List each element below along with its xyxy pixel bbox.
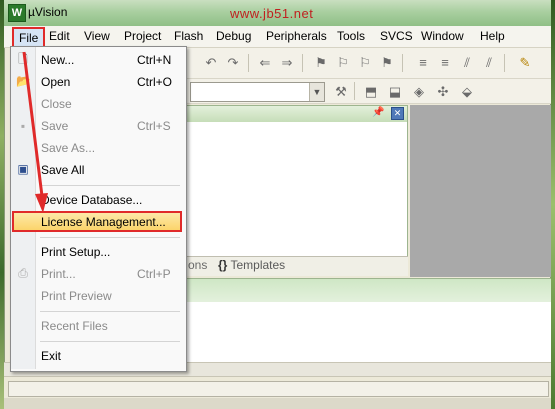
menu-view[interactable]: View: [84, 29, 110, 43]
bookmark-clear-icon[interactable]: ⚑: [380, 56, 394, 70]
build-icon[interactable]: ⬒: [364, 85, 378, 99]
menu-debug[interactable]: Debug: [216, 29, 251, 43]
unindent-icon[interactable]: ≡: [438, 56, 452, 70]
new-file-icon: 🗋: [18, 52, 28, 66]
menu-svcs[interactable]: SVCS: [380, 29, 413, 43]
comment-icon[interactable]: ⫽: [460, 56, 474, 70]
menu-separator: [40, 237, 180, 238]
bookmark-icon[interactable]: ⚑: [314, 56, 328, 70]
chevron-down-icon[interactable]: ▼: [309, 83, 324, 101]
shortcut-open: Ctrl+O: [137, 75, 173, 89]
templates-icon: {}: [218, 258, 228, 272]
uncomment-icon[interactable]: ⫽: [482, 56, 496, 70]
rebuild-icon[interactable]: ⬓: [388, 85, 402, 99]
menu-item-print-setup[interactable]: Print Setup...: [41, 245, 110, 259]
target-select[interactable]: ▼: [190, 82, 325, 102]
toolbar-separator: [302, 54, 303, 72]
watermark-text: www.jb51.net: [230, 6, 314, 21]
pin-icon[interactable]: 📌: [372, 107, 384, 118]
open-folder-icon: 📂: [16, 74, 31, 88]
indent-icon[interactable]: ≡: [416, 56, 430, 70]
save-all-icon: ▣: [17, 162, 29, 176]
options-icon[interactable]: ⬙: [460, 85, 474, 99]
shortcut-print: Ctrl+P: [137, 267, 171, 281]
menu-help[interactable]: Help: [480, 29, 505, 43]
app-logo-icon: W: [8, 4, 26, 22]
save-icon: ▪: [20, 119, 26, 133]
menu-separator: [40, 311, 180, 312]
tab-templates-label: Templates: [230, 258, 286, 272]
menu-icon-column: [11, 47, 36, 369]
menu-item-print[interactable]: Print...: [41, 267, 76, 281]
menu-item-close[interactable]: Close: [41, 97, 72, 111]
toolbar-top: ↶ ↷ ⇐ ⇒ ⚑ ⚐ ⚐ ⚑ ≡ ≡ ⫽ ⫽ ✎: [186, 48, 551, 79]
translate-icon[interactable]: ✣: [436, 85, 450, 99]
toolbar-separator: [504, 54, 505, 72]
window-title: µVision: [28, 5, 68, 19]
close-icon[interactable]: ✕: [391, 107, 404, 120]
nav-back-icon[interactable]: ⇐: [258, 56, 272, 70]
menu-separator: [40, 341, 180, 342]
shortcut-save: Ctrl+S: [137, 119, 171, 133]
window-bottom-edge: [4, 398, 551, 409]
nav-forward-icon[interactable]: ⇒: [280, 56, 294, 70]
menu-item-save-all[interactable]: Save All: [41, 163, 84, 177]
tab-functions[interactable]: ons: [188, 258, 207, 272]
menu-tools[interactable]: Tools: [337, 29, 365, 43]
menu-item-save[interactable]: Save: [41, 119, 68, 133]
output-panel-header: [186, 278, 551, 303]
menu-item-exit[interactable]: Exit: [41, 349, 61, 363]
status-bar-field: [8, 381, 549, 397]
bookmark-next-icon[interactable]: ⚐: [358, 56, 372, 70]
desktop-background-right: [551, 0, 555, 409]
project-panel-body: [186, 122, 408, 256]
menu-flash[interactable]: Flash: [174, 29, 203, 43]
menu-edit[interactable]: Edit: [49, 29, 70, 43]
output-panel-body: [186, 302, 551, 362]
menu-separator: [40, 185, 180, 186]
menu-item-open[interactable]: Open: [41, 75, 70, 89]
bookmark-prev-icon[interactable]: ⚐: [336, 56, 350, 70]
shortcut-new: Ctrl+N: [137, 53, 172, 67]
toolbar-separator: [354, 82, 355, 100]
menu-peripherals[interactable]: Peripherals: [266, 29, 327, 43]
editor-area[interactable]: [410, 105, 551, 277]
menu-project[interactable]: Project: [124, 29, 161, 43]
menu-bar: File Edit View Project Flash Debug Perip…: [4, 26, 551, 49]
menu-item-save-as[interactable]: Save As...: [41, 141, 95, 155]
menu-item-new[interactable]: New...: [41, 53, 74, 67]
menu-item-recent-files[interactable]: Recent Files: [41, 319, 108, 333]
wizard-icon[interactable]: ⚒: [334, 85, 348, 99]
menu-item-license-management[interactable]: License Management...: [41, 215, 166, 229]
toolbar-separator: [402, 54, 403, 72]
menu-item-device-database[interactable]: Device Database...: [41, 193, 142, 207]
toolbar-separator: [248, 54, 249, 72]
menu-window[interactable]: Window: [421, 29, 464, 43]
print-icon: ⎙: [18, 266, 28, 280]
batch-build-icon[interactable]: ◈: [412, 85, 426, 99]
tab-templates[interactable]: {} Templates: [218, 258, 285, 272]
find-in-files-icon[interactable]: ✎: [518, 56, 532, 70]
menu-item-print-preview[interactable]: Print Preview: [41, 289, 112, 303]
redo-icon[interactable]: ↷: [226, 56, 240, 70]
undo-icon[interactable]: ↶: [204, 56, 218, 70]
